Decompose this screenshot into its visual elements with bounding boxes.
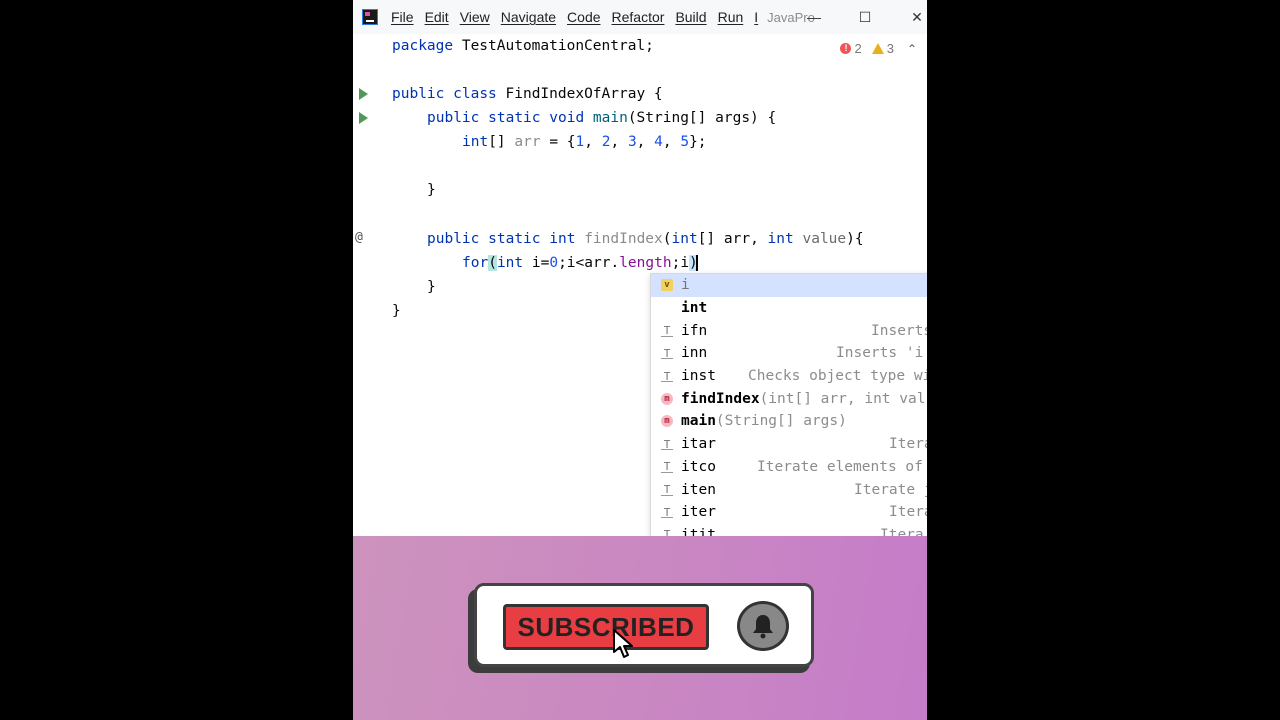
- method-icon: m: [661, 392, 673, 405]
- close-button[interactable]: ✕: [902, 0, 927, 34]
- inspection-widget[interactable]: ! 2 3 ⌃: [840, 41, 917, 56]
- live-template-icon: T: [661, 460, 673, 473]
- code-line-3: public class FindIndexOfArray {: [392, 86, 663, 102]
- error-icon: !: [840, 43, 852, 54]
- menu-edit[interactable]: Edit: [425, 9, 449, 25]
- completion-item-int[interactable]: int: [651, 297, 927, 320]
- menu-build[interactable]: Build: [675, 9, 706, 25]
- warning-icon: [871, 43, 884, 54]
- mouse-cursor-icon: [613, 629, 633, 658]
- subscribe-button[interactable]: SUBSCRIBED: [503, 604, 709, 650]
- bell-icon: [753, 615, 773, 639]
- intellij-logo-icon: [362, 9, 378, 25]
- main-menu: File Edit View Navigate Code Refactor Bu…: [391, 9, 769, 25]
- code-line-10[interactable]: for(int i=0;i<arr.length;i): [462, 253, 698, 273]
- code-line-1: package TestAutomationCentral;: [392, 38, 654, 54]
- menu-file[interactable]: File: [391, 9, 414, 25]
- completion-item-inn[interactable]: T inn Inserts 'i: [651, 342, 927, 365]
- run-class-icon[interactable]: [359, 88, 368, 100]
- method-icon: m: [661, 415, 673, 428]
- live-template-icon: T: [661, 324, 673, 337]
- code-line-4: public static void main(String[] args) {: [427, 110, 777, 126]
- completion-item-iten[interactable]: T iten Iterate j: [651, 478, 927, 501]
- subscribe-promo-overlay: SUBSCRIBED: [353, 536, 927, 720]
- menu-view[interactable]: View: [460, 9, 490, 25]
- error-count: 2: [854, 41, 862, 56]
- completion-item-ifn[interactable]: T ifn Inserts: [651, 319, 927, 342]
- menu-refactor[interactable]: Refactor: [612, 9, 665, 25]
- run-main-icon[interactable]: [359, 112, 368, 124]
- chevron-up-icon[interactable]: ⌃: [907, 42, 917, 56]
- completion-item-i[interactable]: v i: [651, 274, 927, 297]
- completion-item-findindex[interactable]: m findIndex(int[] arr, int val: [651, 387, 927, 410]
- code-line-5: int[] arr = {1, 2, 3, 4, 5};: [462, 134, 707, 150]
- completion-item-main[interactable]: m main(String[] args): [651, 410, 927, 433]
- live-template-icon: T: [661, 506, 673, 519]
- code-line-9: public static int findIndex(int[] arr, i…: [427, 231, 864, 247]
- live-template-icon: T: [661, 438, 673, 451]
- menu-navigate[interactable]: Navigate: [501, 9, 556, 25]
- menu-code[interactable]: Code: [567, 9, 600, 25]
- code-line-11: }: [427, 279, 436, 295]
- code-editor[interactable]: ! 2 3 ⌃ package TestAutomationCentral; p…: [353, 34, 927, 545]
- warning-count: 3: [886, 41, 894, 56]
- menu-truncated[interactable]: I: [754, 9, 758, 25]
- maximize-button[interactable]: ☐: [850, 0, 880, 34]
- video-frame: File Edit View Navigate Code Refactor Bu…: [353, 0, 927, 720]
- completion-item-inst[interactable]: T inst Checks object type wi: [651, 365, 927, 388]
- code-line-12: }: [392, 303, 401, 319]
- promo-card: SUBSCRIBED: [474, 583, 814, 667]
- completion-item-itar[interactable]: T itar Itera: [651, 433, 927, 456]
- live-template-icon: T: [661, 347, 673, 360]
- completion-item-itco[interactable]: T itco Iterate elements of: [651, 456, 927, 479]
- code-line-7: }: [427, 182, 436, 198]
- variable-icon: v: [661, 279, 673, 292]
- override-at-icon[interactable]: @: [355, 230, 363, 245]
- menu-run[interactable]: Run: [718, 9, 744, 25]
- code-completion-popup[interactable]: v i int T ifn Inserts T inn Inserts 'i T…: [650, 273, 927, 545]
- live-template-icon: T: [661, 483, 673, 496]
- notification-bell-button[interactable]: [737, 601, 789, 651]
- minimize-button[interactable]: —: [799, 0, 829, 34]
- live-template-icon: T: [661, 370, 673, 383]
- completion-item-iter[interactable]: T iter Itera: [651, 501, 927, 524]
- ide-title-bar: File Edit View Navigate Code Refactor Bu…: [353, 0, 927, 34]
- subscribe-label: SUBSCRIBED: [517, 611, 695, 642]
